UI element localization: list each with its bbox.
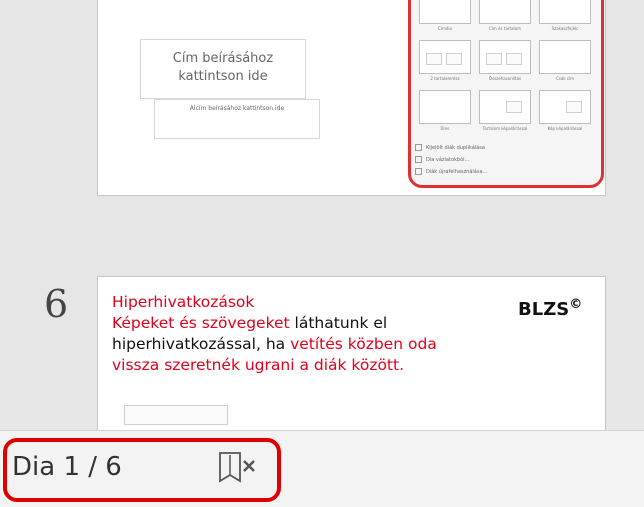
- logo-mark: ©: [569, 297, 583, 312]
- layout-label: Összehasonlítás: [488, 76, 522, 81]
- layout-thumb[interactable]: [539, 90, 591, 124]
- layout-menu-item[interactable]: Diák újrafelhasználása...: [415, 168, 487, 175]
- text-black: láthatunk el: [289, 314, 388, 332]
- title-placeholder: Cím beírásához kattintson ide: [140, 39, 306, 99]
- layout-label: Cím és tartalom: [488, 26, 522, 31]
- layout-label: Üres: [440, 126, 450, 131]
- blzs-logo: BLZS©: [518, 297, 582, 320]
- slide-thumbnail-pane[interactable]: Cím beírásához kattintson ide Alcím beír…: [0, 0, 644, 430]
- embedded-toolbar-image: [124, 405, 228, 425]
- layout-box: [426, 53, 442, 65]
- layout-thumb[interactable]: [479, 90, 531, 124]
- layout-box: [506, 101, 522, 113]
- menu-item-label: Diák újrafelhasználása...: [426, 169, 488, 175]
- layout-menu-item[interactable]: Kijelölt diák duplikálása: [415, 144, 485, 151]
- subtitle-placeholder: Alcím beírásához kattintson ide: [154, 99, 320, 139]
- reuse-icon: [415, 168, 422, 175]
- layout-thumb[interactable]: [539, 40, 591, 74]
- layout-label: 2 tartalomrész: [430, 76, 460, 81]
- layout-box: [446, 53, 462, 65]
- layout-thumb[interactable]: [419, 0, 471, 24]
- notes-icon: [219, 452, 255, 483]
- text-black: hiperhivatkozással, ha: [112, 335, 291, 353]
- outline-icon: [415, 156, 422, 163]
- layout-label: Csak cím: [555, 76, 575, 81]
- duplicate-icon: [415, 144, 422, 151]
- slide-6-thumbnail[interactable]: Hiperhivatkozások Képeket és szövegeket …: [97, 276, 606, 430]
- layout-thumb[interactable]: [479, 40, 531, 74]
- layout-label: Szakaszfejléc: [551, 26, 579, 31]
- notes-button[interactable]: [208, 445, 268, 491]
- text-red: vissza szeretnék ugrani a diák között.: [112, 356, 405, 374]
- status-bar: Dia 1 / 6: [0, 430, 644, 507]
- layout-box: [486, 53, 502, 65]
- layout-thumb[interactable]: [539, 0, 591, 24]
- layout-label: Kép képaláírással: [547, 126, 583, 131]
- layout-thumb[interactable]: [419, 40, 471, 74]
- layout-box: [566, 101, 582, 113]
- slide-count[interactable]: Dia 1 / 6: [12, 452, 122, 482]
- layout-gallery-panel[interactable]: Címdia Cím és tartalom Szakaszfejléc 2 t…: [408, 0, 604, 188]
- layout-thumb[interactable]: [479, 0, 531, 24]
- text-red: Képeket és szövegeket: [112, 314, 290, 332]
- slide-heading: Hiperhivatkozások: [112, 293, 255, 311]
- menu-item-label: Dia vázlatokból...: [426, 157, 470, 163]
- text-red: vetítés közben oda: [290, 335, 437, 353]
- layout-box: [506, 53, 522, 65]
- slide-number: 6: [44, 282, 69, 326]
- logo-text: BLZS: [518, 299, 570, 320]
- layout-menu-item[interactable]: Dia vázlatokból...: [415, 156, 469, 163]
- layout-label: Tartalom képaláírással: [482, 126, 528, 131]
- layout-thumb[interactable]: [419, 90, 471, 124]
- menu-item-label: Kijelölt diák duplikálása: [426, 145, 485, 151]
- layout-label: Címdia: [438, 26, 452, 31]
- slide-5-thumbnail[interactable]: Cím beírásához kattintson ide Alcím beír…: [97, 0, 606, 196]
